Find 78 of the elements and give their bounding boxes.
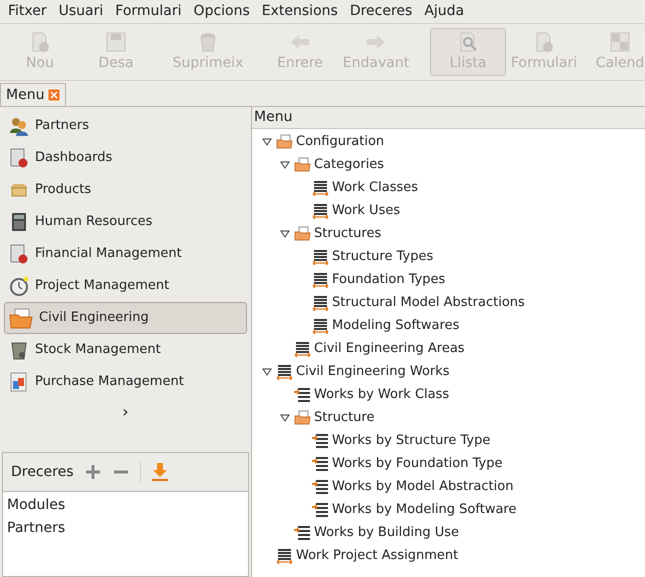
bin-icon bbox=[9, 340, 29, 360]
folder-icon bbox=[294, 410, 311, 425]
tree-item[interactable]: Structural Model Abstractions bbox=[332, 292, 525, 312]
tree-item[interactable]: Categories bbox=[314, 154, 384, 174]
menu-item[interactable]: Opcions bbox=[188, 1, 256, 22]
folder-icon bbox=[294, 157, 311, 172]
module-item[interactable]: Human Resources bbox=[4, 206, 247, 238]
module-item[interactable]: Stock Management bbox=[4, 334, 247, 366]
table-icon bbox=[276, 548, 293, 564]
tree-item[interactable]: Work Uses bbox=[332, 200, 400, 220]
module-item[interactable]: Purchase Management bbox=[4, 366, 247, 398]
folder-icon bbox=[294, 226, 311, 241]
table-icon bbox=[312, 202, 329, 218]
module-item[interactable]: Financial Management bbox=[4, 238, 247, 270]
menu-item[interactable]: Ajuda bbox=[418, 1, 470, 22]
tree-item[interactable]: Works by Work Class bbox=[314, 384, 450, 404]
expanded-arrow-icon[interactable] bbox=[280, 412, 290, 422]
tree-item[interactable]: Works by Model Abstraction bbox=[332, 476, 514, 496]
calculator-icon bbox=[9, 212, 29, 232]
table-arrow-icon bbox=[312, 502, 329, 518]
menu-item[interactable]: Dreceres bbox=[344, 1, 418, 22]
plus-icon[interactable] bbox=[84, 463, 102, 481]
tree-item[interactable]: Work Project Assignment bbox=[296, 546, 458, 566]
tree-item[interactable]: Works by Modeling Software bbox=[332, 500, 516, 520]
table-arrow-icon bbox=[312, 456, 329, 472]
panel-title: Dreceres bbox=[11, 462, 74, 482]
more-button[interactable]: › bbox=[118, 400, 133, 424]
table-icon bbox=[312, 272, 329, 288]
tree-item[interactable]: Works by Building Use bbox=[314, 522, 460, 542]
tab[interactable]: Menu bbox=[0, 83, 66, 106]
tree-item[interactable]: Civil Engineering Works bbox=[296, 362, 450, 382]
table-arrow-icon bbox=[312, 432, 329, 448]
download-icon[interactable] bbox=[150, 462, 169, 482]
module-item[interactable]: Project Management bbox=[4, 270, 247, 302]
table-arrow-icon bbox=[312, 478, 329, 494]
close-icon[interactable] bbox=[48, 89, 60, 101]
module-item[interactable]: Civil Engineering bbox=[4, 302, 247, 334]
tree-item[interactable]: Structure Types bbox=[332, 246, 434, 266]
tree-item[interactable]: Works by Structure Type bbox=[332, 430, 490, 450]
chart-document-icon bbox=[9, 244, 29, 264]
shortcut-item[interactable]: Modules bbox=[7, 494, 244, 517]
menu-item[interactable]: Fitxer bbox=[2, 1, 53, 22]
expanded-arrow-icon[interactable] bbox=[280, 228, 290, 238]
tree-item[interactable]: Civil Engineering Areas bbox=[314, 338, 465, 358]
menu-item[interactable]: Formulari bbox=[109, 1, 188, 22]
table-arrow-icon bbox=[294, 386, 311, 402]
tree-item[interactable]: Configuration bbox=[296, 132, 384, 152]
menu-item[interactable]: Usuari bbox=[52, 1, 110, 22]
module-item[interactable]: Products bbox=[4, 174, 247, 206]
table-icon bbox=[294, 340, 311, 356]
tree-item[interactable]: Work Classes bbox=[332, 178, 418, 198]
module-item[interactable]: Partners bbox=[4, 110, 247, 142]
table-icon bbox=[312, 180, 329, 196]
tree-item[interactable]: Structure bbox=[314, 408, 374, 428]
column-header[interactable]: Menu bbox=[254, 107, 292, 128]
table-icon bbox=[312, 294, 329, 310]
menu-item[interactable]: Extensions bbox=[256, 1, 344, 22]
folder-icon bbox=[9, 307, 33, 329]
tree-item[interactable]: Foundation Types bbox=[332, 270, 446, 290]
table-icon bbox=[312, 318, 329, 334]
expanded-arrow-icon[interactable] bbox=[280, 160, 290, 170]
expanded-arrow-icon[interactable] bbox=[262, 366, 272, 376]
table-icon bbox=[312, 248, 329, 264]
chart-document-icon bbox=[9, 148, 29, 168]
tree-item[interactable]: Structures bbox=[314, 224, 382, 244]
shortcut-item[interactable]: Partners bbox=[7, 517, 244, 540]
clock-icon bbox=[9, 276, 29, 296]
module-item[interactable]: Dashboards bbox=[4, 142, 247, 174]
table-arrow-icon bbox=[294, 524, 311, 540]
tree-item[interactable]: Works by Foundation Type bbox=[332, 454, 502, 474]
calendar-icon bbox=[609, 30, 631, 52]
floppy-icon bbox=[105, 30, 127, 52]
folder-icon bbox=[276, 134, 293, 149]
expanded-arrow-icon[interactable] bbox=[262, 136, 272, 146]
purchase-icon bbox=[9, 372, 29, 392]
people-icon bbox=[9, 116, 29, 136]
table-icon bbox=[276, 364, 293, 380]
tree-item[interactable]: Modeling Softwares bbox=[332, 316, 460, 336]
